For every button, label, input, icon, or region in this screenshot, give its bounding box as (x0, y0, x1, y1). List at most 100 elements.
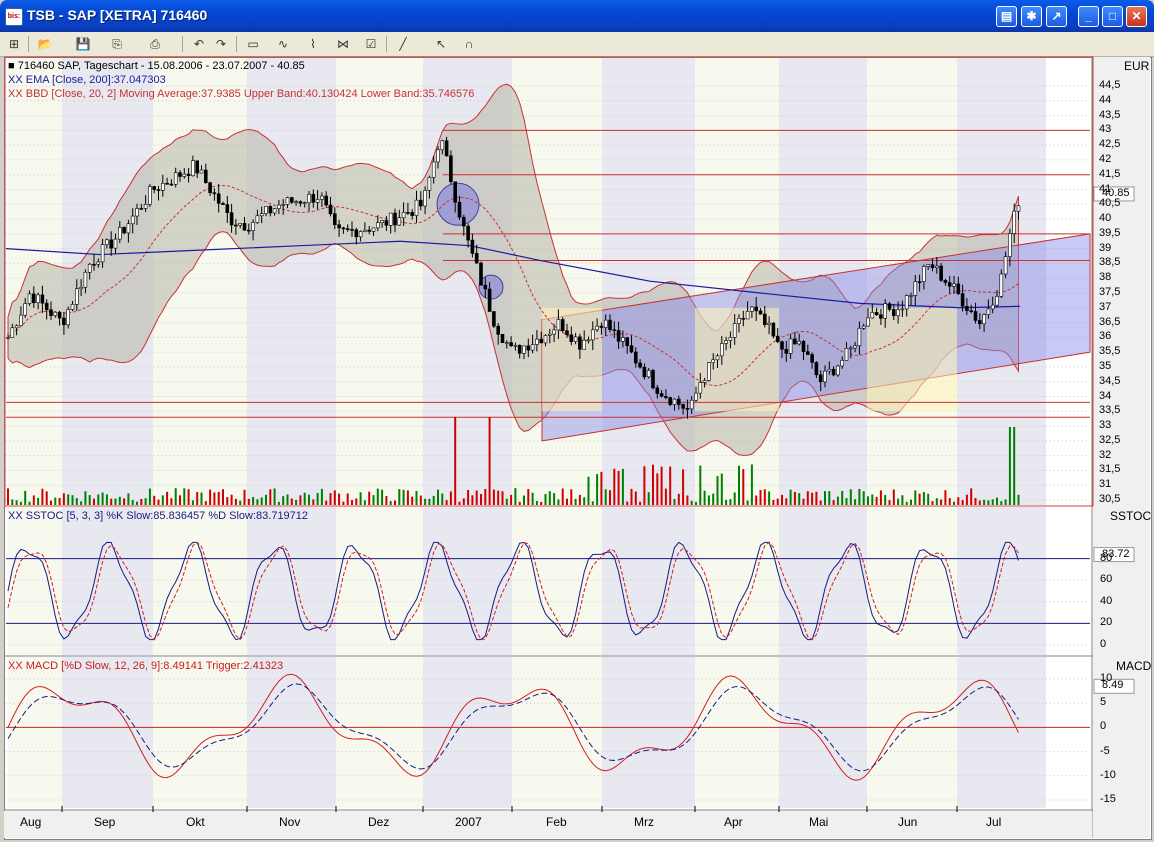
macd-tick-label: 0 (1100, 720, 1107, 733)
candle-body (659, 393, 664, 397)
volume-bar (265, 494, 267, 505)
candle-body (264, 206, 268, 214)
volume-bar (105, 494, 108, 505)
volume-bar (729, 499, 732, 505)
volume-bar (247, 498, 250, 505)
volume-bar (355, 498, 358, 505)
candle-body (83, 271, 88, 288)
volume-bar (67, 494, 70, 505)
volume-bar (286, 494, 289, 505)
candle-body (896, 309, 900, 317)
volume-bar (557, 499, 560, 505)
candle-body (401, 212, 406, 219)
volume-bar (260, 497, 263, 505)
volume-bar (841, 490, 844, 505)
volume-bar (1017, 494, 1020, 505)
month-stripe (512, 657, 602, 808)
volume-bar (114, 498, 117, 505)
candle-body (793, 338, 797, 345)
price-tick-label: 39 (1099, 241, 1112, 254)
volume-bar (183, 488, 186, 505)
candle-body (70, 304, 75, 310)
candle-body (947, 282, 952, 287)
volume-bar (140, 499, 143, 505)
candle-body (728, 337, 733, 341)
volume-bar (531, 492, 534, 505)
month-stripe (957, 657, 1046, 808)
volume-bar (37, 497, 40, 505)
candle-body (969, 310, 974, 313)
volume-bar (320, 488, 323, 505)
volume-bar (170, 498, 173, 505)
last-price-label: 40.85 (1102, 186, 1130, 199)
candle-body (40, 294, 45, 304)
volume-bar (308, 494, 310, 505)
volume-bar (1008, 427, 1011, 505)
macd-label: XX MACD [%D Slow, 12, 26, 9]:8.49141 Tri… (8, 660, 284, 672)
candle-body (982, 314, 986, 325)
month-stripe (423, 657, 512, 808)
candle-body (530, 344, 535, 351)
candle-body (161, 182, 165, 191)
candle-body (178, 172, 182, 177)
candle-body (208, 182, 212, 194)
candle-body (848, 347, 853, 350)
volume-bar (854, 499, 857, 505)
candle-body (332, 213, 337, 225)
candle-body (995, 296, 999, 306)
chart-canvas[interactable] (0, 0, 1154, 842)
candle-body (715, 355, 720, 361)
volume-bar (488, 417, 491, 505)
volume-bar (295, 499, 298, 505)
volume-bar (454, 417, 457, 505)
month-stripe (602, 657, 695, 808)
candle-body (1008, 233, 1012, 257)
candle-body (952, 283, 956, 287)
candle-body (986, 308, 991, 315)
volume-bar (772, 499, 775, 505)
month-label: Jun (898, 815, 918, 829)
candle-body (569, 334, 574, 342)
ema-label: XX EMA [Close, 200]:37.047303 (8, 74, 166, 86)
candle-body (595, 325, 599, 331)
candle-body (247, 229, 251, 232)
month-stripe (867, 657, 957, 808)
volume-bar (123, 498, 126, 505)
volume-bar (991, 499, 994, 505)
candle-body (694, 392, 698, 401)
candle-body (10, 327, 15, 338)
volume-bar (28, 501, 31, 505)
volume-bar (965, 494, 968, 505)
stoch-tick-label: 40 (1100, 594, 1113, 607)
candle-body (539, 338, 544, 344)
volume-bar (647, 492, 650, 505)
volume-bar (682, 469, 685, 505)
volume-bar (604, 489, 607, 505)
stoch-axis-title: SSTOC (1110, 509, 1152, 523)
candle-body (1016, 205, 1021, 212)
candle-body (681, 404, 685, 409)
currency-label: EUR (1124, 59, 1150, 73)
volume-bar (875, 496, 878, 505)
candle-body (870, 312, 875, 319)
candle-body (608, 319, 612, 330)
volume-bar (802, 498, 805, 505)
volume-bar (449, 491, 452, 505)
candle-body (810, 354, 814, 363)
price-tick-label: 36,5 (1099, 315, 1121, 328)
candle-body (651, 370, 655, 389)
volume-bar (277, 501, 280, 505)
candle-body (900, 308, 905, 311)
candle-body (990, 304, 995, 310)
candle-body (956, 283, 961, 294)
volume-bar (905, 501, 908, 505)
candle-body (169, 183, 174, 186)
volume-bar (131, 500, 134, 505)
candle-body (827, 368, 832, 372)
volume-bar (97, 494, 100, 505)
volume-bar (931, 501, 934, 505)
month-label: Sep (94, 815, 116, 829)
volume-bar (888, 500, 891, 505)
volume-bar (652, 464, 654, 505)
volume-bar (621, 468, 624, 505)
